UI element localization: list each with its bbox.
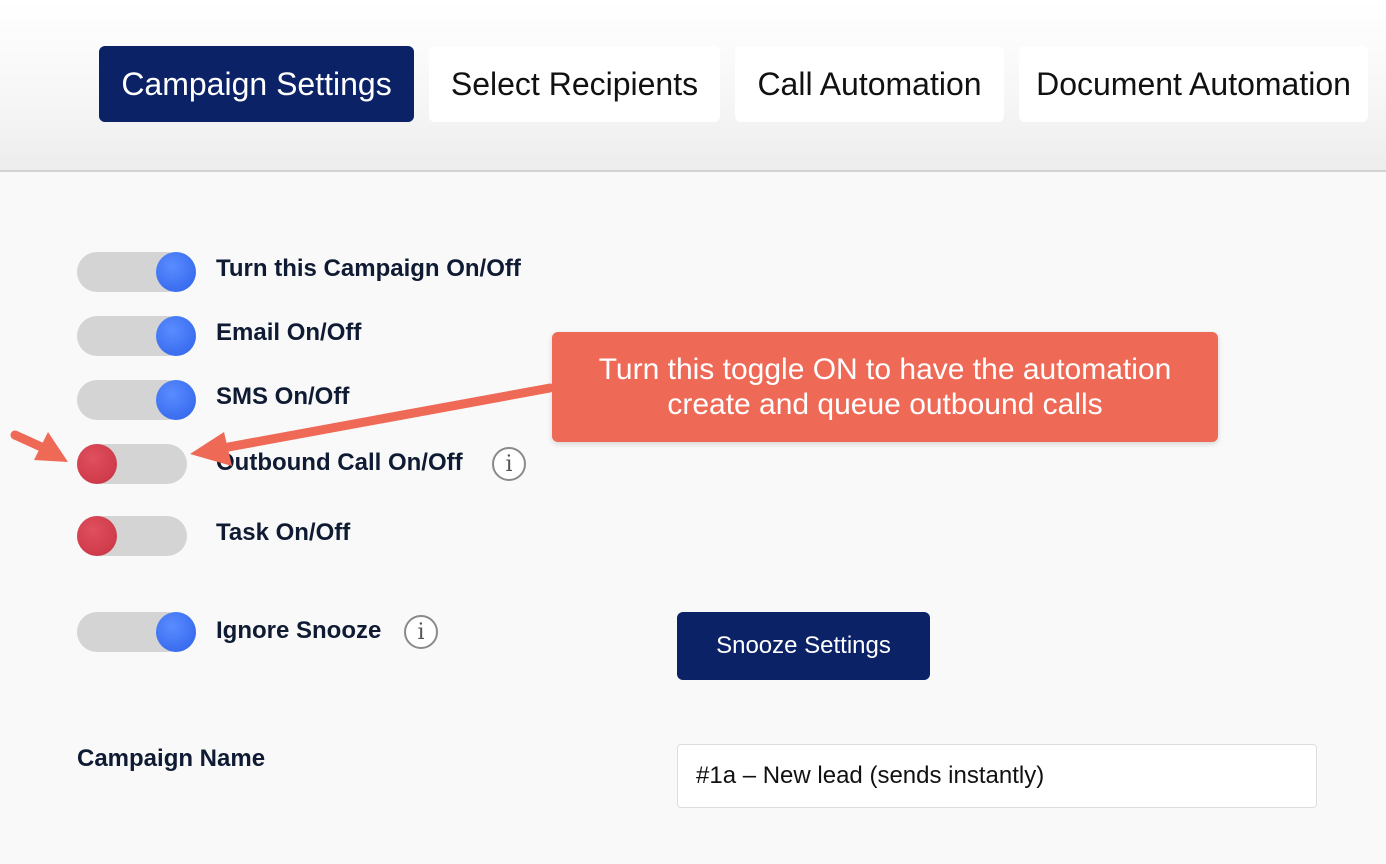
campaign-toggle[interactable]: [77, 252, 196, 292]
ignore-snooze-toggle[interactable]: [77, 612, 196, 652]
annotation-line-2: create and queue outbound calls: [667, 388, 1103, 421]
toggle-knob: [156, 612, 196, 652]
outbound-call-toggle[interactable]: [77, 444, 187, 484]
ignore-snooze-info-icon[interactable]: i: [404, 615, 438, 649]
email-toggle[interactable]: [77, 316, 196, 356]
annotation-line-1: Turn this toggle ON to have the automati…: [598, 353, 1172, 386]
toggle-knob: [156, 252, 196, 292]
email-toggle-label: Email On/Off: [216, 319, 362, 346]
tab-select-recipients[interactable]: Select Recipients: [429, 46, 720, 122]
tab-campaign-settings[interactable]: Campaign Settings: [99, 46, 414, 122]
outbound-call-toggle-label: Outbound Call On/Off: [216, 449, 463, 476]
snooze-settings-button[interactable]: Snooze Settings: [677, 612, 930, 680]
task-toggle[interactable]: [77, 516, 187, 556]
tab-document-automation[interactable]: Document Automation: [1019, 46, 1368, 122]
toggle-knob: [156, 316, 196, 356]
sms-toggle-label: SMS On/Off: [216, 383, 350, 410]
side-arrow: [10, 430, 68, 462]
toggle-knob: [156, 380, 196, 420]
annotation-callout: Turn this toggle ON to have the automati…: [552, 332, 1218, 442]
campaign-name-label: Campaign Name: [77, 745, 266, 772]
ignore-snooze-label: Ignore Snooze: [216, 617, 382, 644]
toggle-knob: [77, 516, 117, 556]
sms-toggle[interactable]: [77, 380, 196, 420]
campaign-name-input[interactable]: [677, 744, 1317, 808]
tab-call-automation[interactable]: Call Automation: [735, 46, 1004, 122]
outbound-call-info-icon[interactable]: i: [492, 447, 526, 481]
toggle-knob: [77, 444, 117, 484]
tab-bar: Campaign Settings Select Recipients Call…: [0, 0, 1386, 172]
task-toggle-label: Task On/Off: [216, 519, 351, 546]
campaign-toggle-label: Turn this Campaign On/Off: [216, 255, 521, 282]
